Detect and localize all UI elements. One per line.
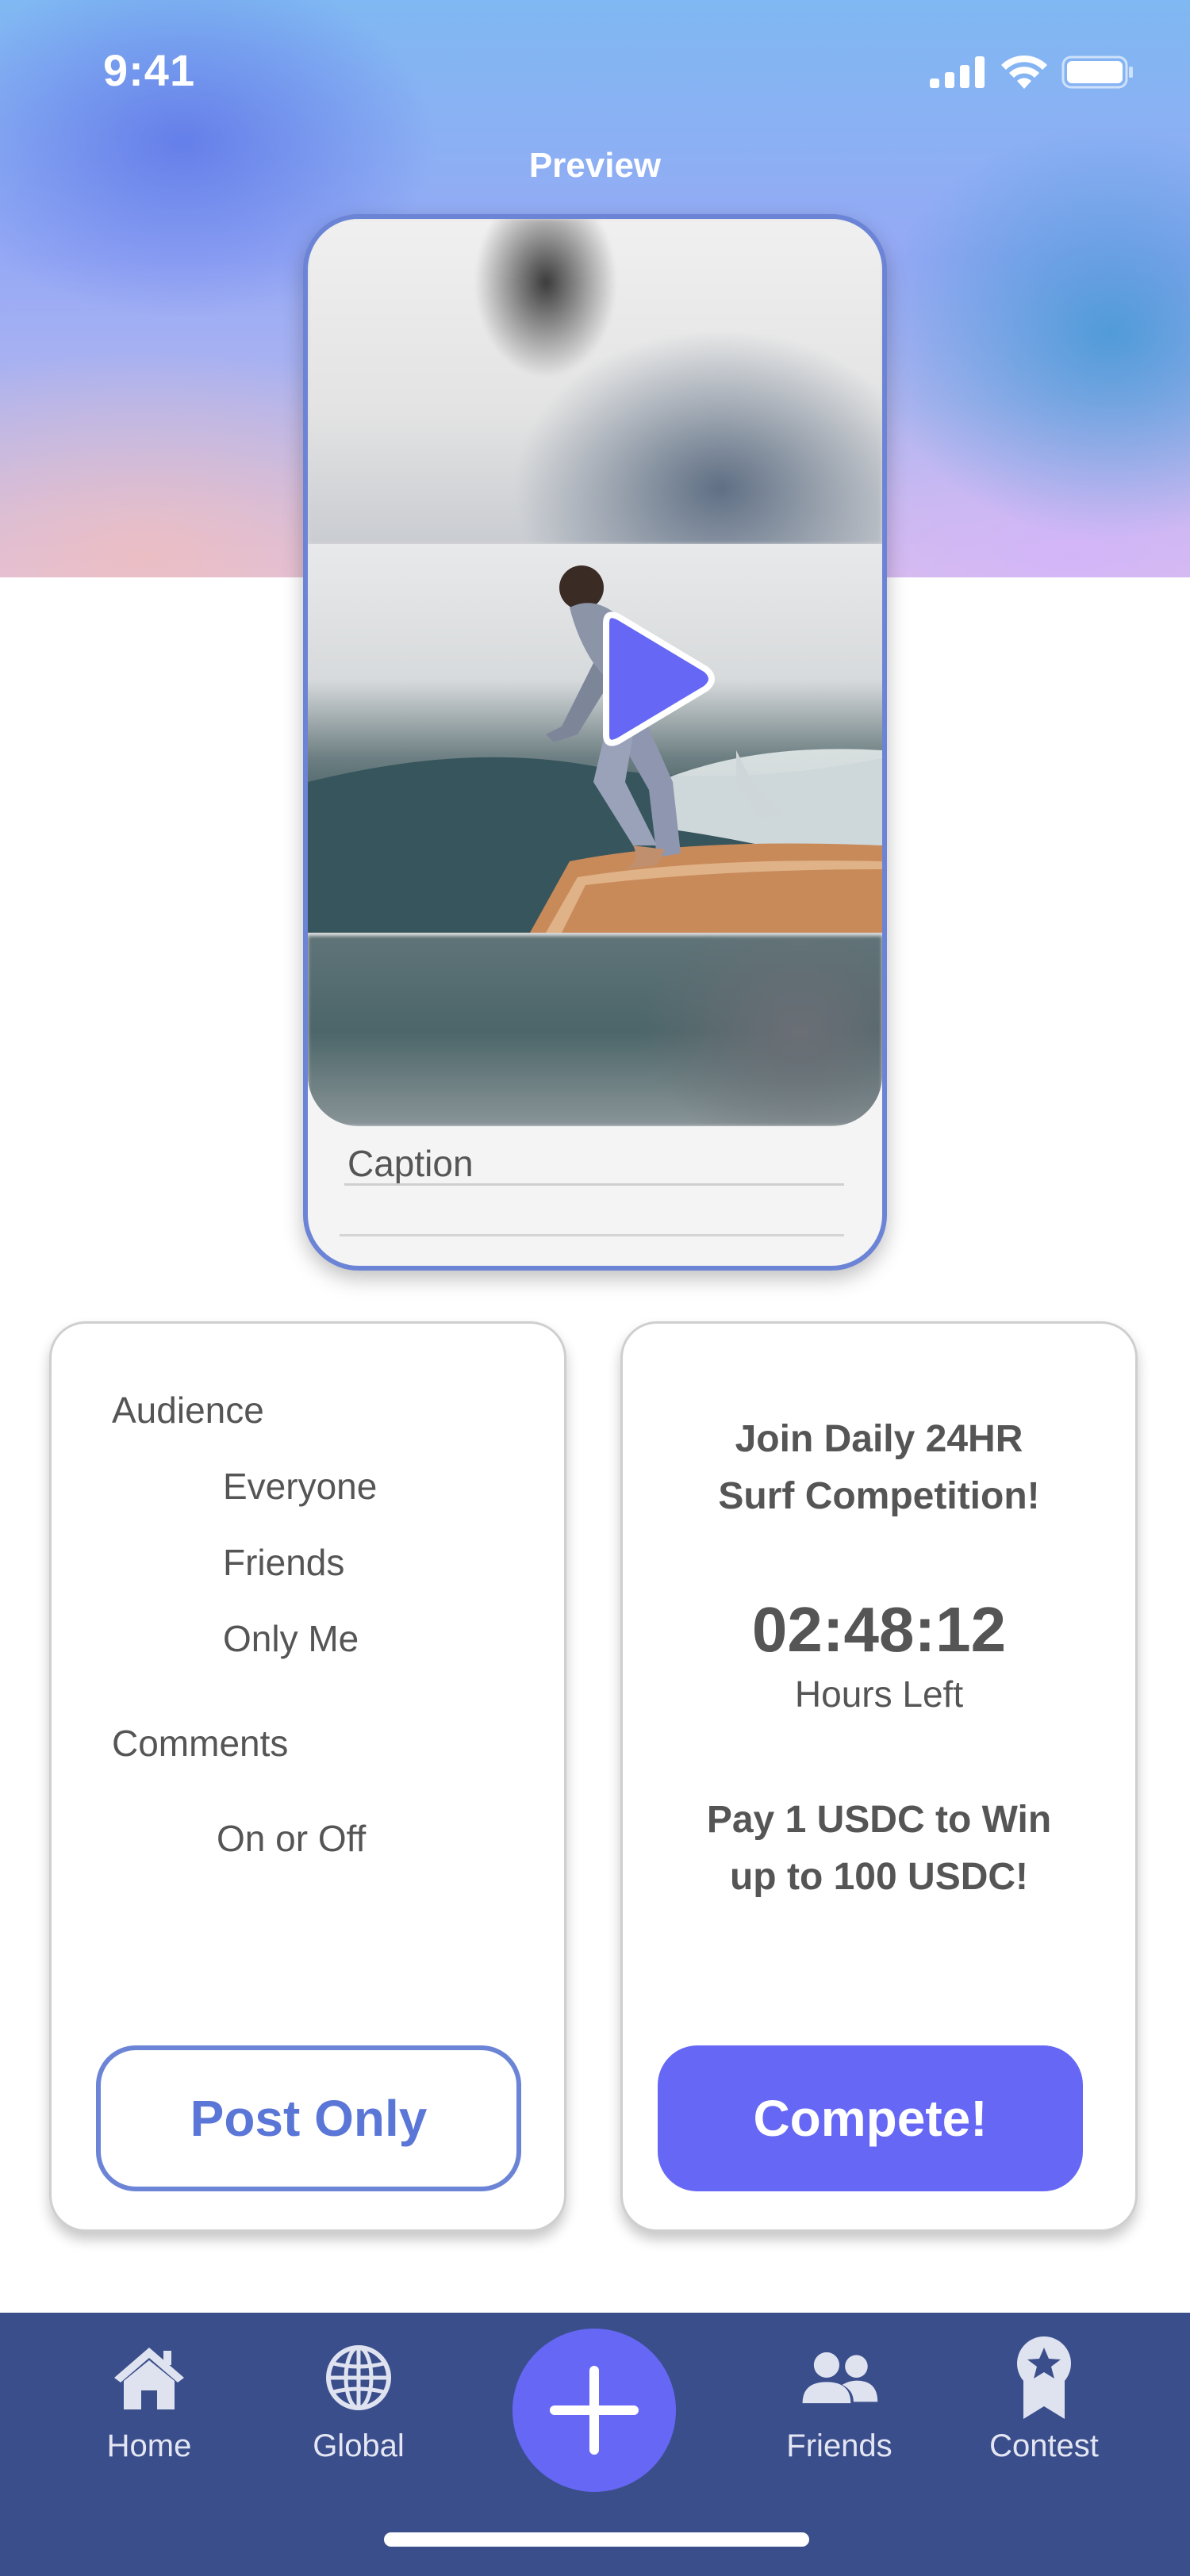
caption-divider [340, 1234, 844, 1236]
competition-title-line2: Surf Competition! [718, 1475, 1040, 1517]
video-blur-top [308, 219, 882, 544]
compete-button[interactable]: Compete! [658, 2045, 1083, 2191]
plus-icon [550, 2366, 639, 2455]
preview-title: Preview [528, 146, 662, 185]
post-only-button[interactable]: Post Only [96, 2045, 521, 2191]
countdown-label: Hours Left [794, 1673, 964, 1715]
tab-friends-label: Friends [786, 2428, 892, 2463]
home-icon [109, 2338, 189, 2417]
audience-option-everyone[interactable]: Everyone [223, 1465, 377, 1508]
tab-global-label: Global [313, 2428, 405, 2463]
caption-underline [344, 1183, 844, 1186]
countdown-timer: 02:48:12 [751, 1594, 1007, 1665]
tab-contest-label: Contest [989, 2428, 1099, 2463]
audience-option-friends[interactable]: Friends [223, 1541, 344, 1584]
competition-title: Join Daily 24HR Surf Competition! [623, 1411, 1135, 1525]
video-thumbnail[interactable] [308, 219, 882, 1126]
status-time: 9:41 [103, 45, 196, 95]
play-icon[interactable] [590, 608, 717, 750]
create-post-button[interactable] [512, 2329, 676, 2492]
home-indicator[interactable] [384, 2532, 809, 2547]
battery-icon [1061, 56, 1133, 89]
competition-card: Join Daily 24HR Surf Competition! 02:48:… [620, 1321, 1138, 2232]
prize-text: Pay 1 USDC to Win up to 100 USDC! [623, 1792, 1135, 1906]
video-blur-bottom [308, 936, 882, 1126]
wifi-icon [1001, 56, 1047, 89]
caption-input[interactable]: Caption [347, 1142, 474, 1185]
tab-home-label: Home [106, 2428, 192, 2463]
competition-title-line1: Join Daily 24HR [735, 1418, 1023, 1460]
tab-home[interactable]: Home [62, 2313, 236, 2503]
comments-label: Comments [112, 1723, 289, 1764]
audience-option-only-me[interactable]: Only Me [223, 1617, 359, 1660]
award-icon [1004, 2336, 1084, 2419]
globe-icon [319, 2338, 398, 2417]
tab-global[interactable]: Global [271, 2313, 446, 2503]
signal-icon [930, 56, 985, 88]
video-preview-card: Caption [303, 214, 887, 1271]
audience-label: Audience [112, 1390, 264, 1431]
prize-line2: up to 100 USDC! [729, 1856, 1029, 1898]
tab-friends[interactable]: Friends [752, 2313, 927, 2503]
friends-icon [800, 2338, 879, 2417]
comments-toggle[interactable]: On or Off [217, 1817, 366, 1860]
post-settings-card: Audience Everyone Friends Only Me Commen… [49, 1321, 566, 2232]
status-icons [930, 56, 1134, 89]
prize-line1: Pay 1 USDC to Win [706, 1799, 1052, 1841]
tab-contest[interactable]: Contest [957, 2313, 1131, 2503]
